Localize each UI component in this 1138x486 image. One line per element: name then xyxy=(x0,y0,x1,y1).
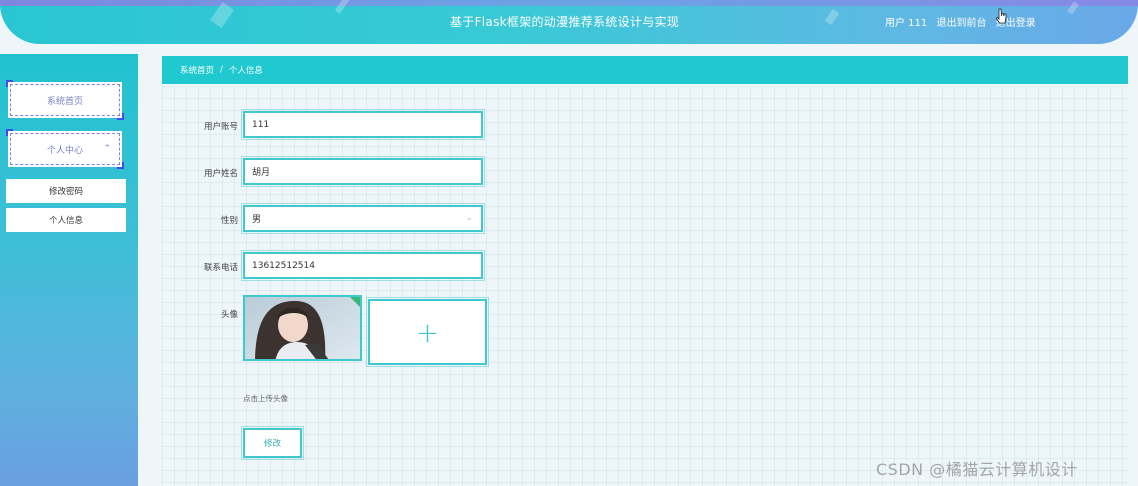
mouse-cursor-icon xyxy=(996,8,1007,24)
back-to-frontend-link[interactable]: 退出到前台 xyxy=(936,18,986,29)
sidebar-subitem-personal-info[interactable]: 个人信息 xyxy=(6,208,126,232)
upload-hint: 点击上传头像 xyxy=(243,394,288,403)
avatar-image xyxy=(245,297,360,359)
header-decoration xyxy=(334,0,352,14)
sidebar-subitem-label: 个人信息 xyxy=(48,216,83,226)
header-decoration xyxy=(209,1,235,29)
account-label: 用户账号 xyxy=(203,122,238,132)
header-decoration xyxy=(824,8,840,26)
sidebar-subitem-label: 修改密码 xyxy=(48,187,83,197)
account-field[interactable] xyxy=(241,109,485,140)
gender-select[interactable]: 男 ⌄ xyxy=(241,203,485,234)
header-user-links: 用户 111 退出到前台 退出登录 xyxy=(885,14,1042,29)
name-label: 用户姓名 xyxy=(203,169,238,179)
avatar-label: 头像 xyxy=(220,310,238,320)
upload-avatar-button[interactable]: + xyxy=(366,297,489,367)
sidebar-item-home[interactable]: 系统首页 xyxy=(6,80,124,120)
app-title: 基于Flask框架的动漫推荐系统设计与实现 xyxy=(450,15,680,29)
phone-label: 联系电话 xyxy=(203,263,238,273)
avatar[interactable] xyxy=(243,295,362,361)
submit-button-label: 修改 xyxy=(263,439,281,449)
sidebar-item-label: 系统首页 xyxy=(46,96,83,107)
sidebar-item-personal-center[interactable]: 个人中心 ⌃ xyxy=(6,129,124,169)
account-input[interactable] xyxy=(252,119,481,130)
breadcrumb: 系统首页 / 个人信息 xyxy=(162,56,1128,84)
sidebar-item-label: 个人中心 xyxy=(46,145,83,156)
phone-field[interactable] xyxy=(241,250,485,281)
gender-selected-value: 男 xyxy=(252,215,262,225)
breadcrumb-current: 个人信息 xyxy=(228,66,263,76)
chevron-down-icon: ⌄ xyxy=(465,213,473,223)
current-user-label: 用户 111 xyxy=(885,18,928,29)
plus-icon: + xyxy=(415,315,440,349)
sidebar-subitem-change-password[interactable]: 修改密码 xyxy=(6,179,126,203)
breadcrumb-separator: / xyxy=(220,65,223,75)
phone-input[interactable] xyxy=(252,260,481,271)
top-header: 基于Flask框架的动漫推荐系统设计与实现 用户 111 退出到前台 退出登录 xyxy=(0,0,1138,44)
name-field[interactable] xyxy=(241,156,485,187)
name-input[interactable] xyxy=(252,166,481,177)
watermark: CSDN @橘猫云计算机设计 xyxy=(876,460,1078,479)
header-decoration xyxy=(1067,1,1079,15)
chevron-up-icon: ⌃ xyxy=(103,144,111,154)
breadcrumb-home-link[interactable]: 系统首页 xyxy=(180,64,214,76)
submit-button[interactable]: 修改 xyxy=(241,426,304,460)
gender-label: 性别 xyxy=(220,216,238,226)
main-content xyxy=(162,86,1128,486)
sidebar: 系统首页 个人中心 ⌃ 修改密码 个人信息 xyxy=(0,54,138,486)
